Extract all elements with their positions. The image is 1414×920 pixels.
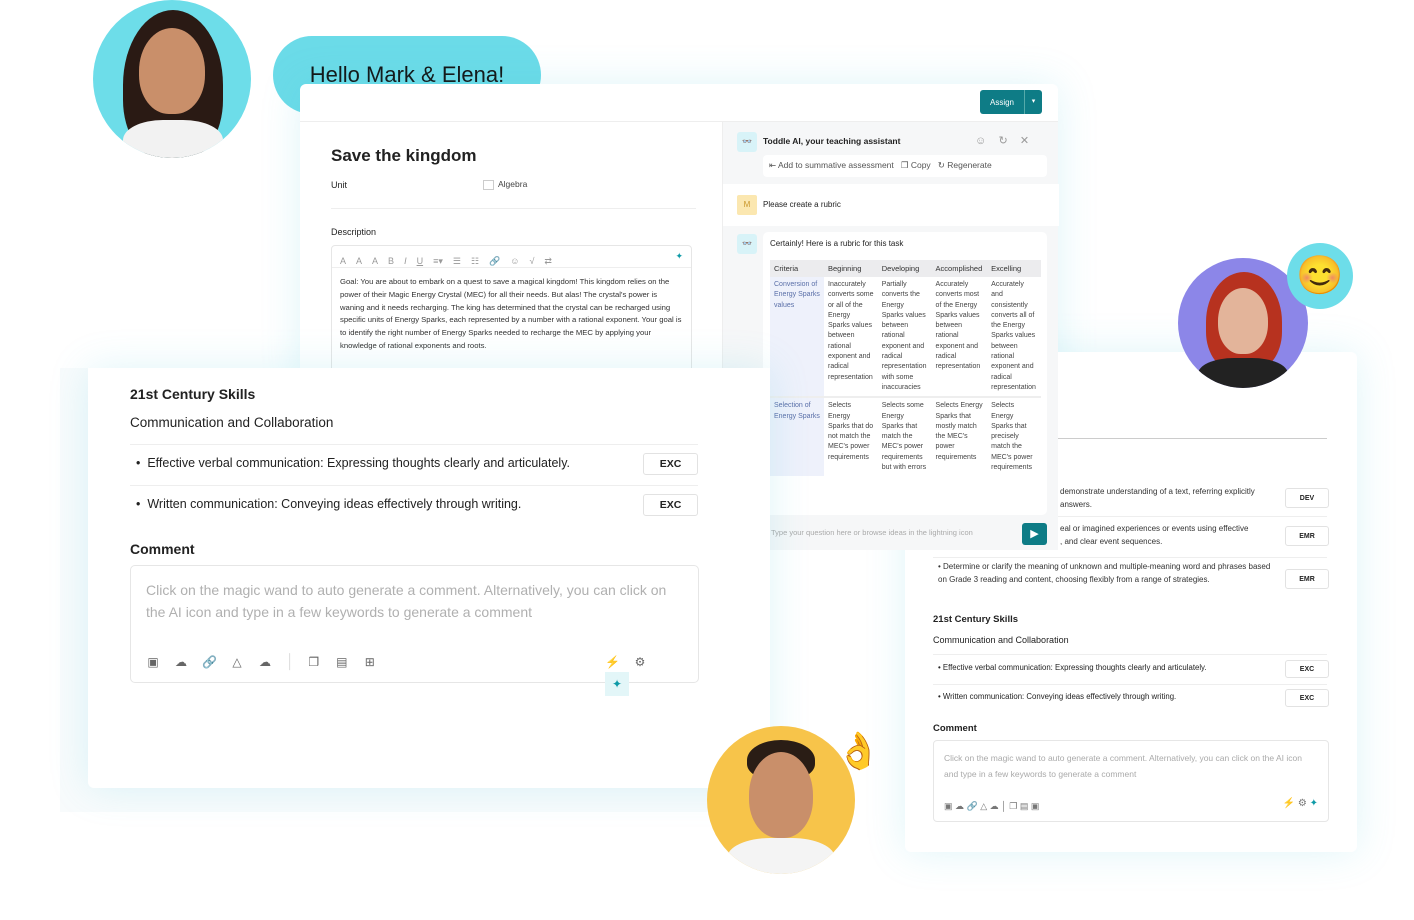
comment-input[interactable]: Click on the magic wand to auto generate… [130,565,699,696]
assistant-panel: 👓 Toddle AI, your teaching assistant ☺ ↻… [722,122,1059,550]
user-avatar: M [737,195,757,215]
comment-label: Comment [130,541,195,557]
unit-label: Unit [331,180,348,190]
avatar-woman [93,0,251,158]
link-icon[interactable]: 🔗 [202,651,217,669]
settings-icon[interactable]: ⚙ [633,651,647,669]
description-editor[interactable]: A A A B I U ≡▾ ☰ ☷ 🔗 ☺ √ ⇄ ✦ Goal: You are about to e… [331,245,692,385]
skill-item: • Written communication: Conveying ideas… [136,497,522,511]
copy-icon[interactable]: ❐ [307,651,321,669]
assistant-reply: Certainly! Here is a rubric for this tas… [763,232,1047,515]
level-badge[interactable]: EMR [1285,569,1329,589]
assign-button[interactable]: Assign ▾ [980,90,1042,114]
close-icon[interactable]: ✕ [1020,135,1029,147]
toddle-ai-logo-icon: 👓 [737,132,757,152]
briefcase-icon[interactable]: ▣ [146,651,160,669]
skills-card: 21st Century Skills Communication and Co… [88,368,770,788]
comment-toolbar: ▣ ☁ 🔗 △ ☁ │ ❐ ▤ ⊞ [146,651,377,669]
regenerate-button[interactable]: ↻ Regenerate [938,160,992,170]
copy-button[interactable]: ❐ Copy [901,160,931,170]
unit-value[interactable]: Algebra [483,179,527,190]
level-badge[interactable]: EXC [643,494,698,516]
avatar-man [707,726,855,874]
template-icon[interactable]: ▤ [335,651,349,669]
level-badge[interactable]: EXC [643,453,698,475]
ai-sparkle-icon: ✦ [1309,798,1318,809]
rubric-table: Criteria Beginning Developing Accomplished E… [770,260,1041,477]
skill-item: • Effective verbal communication: Expres… [938,663,1207,672]
section-title: 21st Century Skills [130,386,256,402]
refresh-icon[interactable]: ↻ [998,135,1007,147]
send-button[interactable]: ▶ [1022,523,1047,545]
description-label: Description [331,227,377,237]
page-title: Save the kingdom [331,146,477,165]
user-message: Please create a rubric [763,200,841,209]
ok-hand-emoji-icon: 👌 [836,730,881,771]
standard-item: eal or imagined experiences or events us… [1060,524,1249,546]
standard-item: demonstrate understanding of a text, ref… [1060,487,1255,509]
toddle-ai-logo-icon: 👓 [737,234,757,254]
add-icon[interactable]: ⊞ [363,651,377,669]
chevron-down-icon: ▾ [1024,90,1042,114]
drive-icon[interactable]: △ [230,651,244,669]
magic-sparkle-icon: ✦ [675,251,683,261]
add-to-assessment-button[interactable]: ⇤ Add to summative assessment [769,160,894,170]
skill-item: • Written communication: Conveying ideas… [938,692,1177,701]
standard-item: • Determine or clarify the meaning of un… [938,562,1271,584]
assistant-title: Toddle AI, your teaching assistant [763,136,901,146]
magic-wand-icon[interactable]: ⚡ [605,651,620,669]
level-badge[interactable]: EXC [1285,660,1329,678]
section-subtitle: Communication and Collaboration [130,415,334,430]
ai-sparkle-icon[interactable]: ✦ [605,672,629,696]
upload-cloud-icon[interactable]: ☁ [174,651,188,669]
editor-toolbar: A A A B I U ≡▾ ☰ ☷ 🔗 ☺ √ ⇄ ✦ [332,246,691,268]
level-badge[interactable]: EXC [1285,689,1329,707]
skill-item: • Effective verbal communication: Expres… [136,456,570,470]
feedback-icon[interactable]: ☺ [975,135,986,147]
comment-input[interactable]: Click on the magic wand to auto generate… [933,740,1329,822]
onedrive-icon[interactable]: ☁ [258,651,272,669]
assistant-input[interactable]: Type your question here or browse ideas … [771,522,1017,544]
level-badge[interactable]: DEV [1285,488,1329,508]
smile-emoji-icon: 😊 [1287,243,1353,309]
level-badge[interactable]: EMR [1285,526,1329,546]
